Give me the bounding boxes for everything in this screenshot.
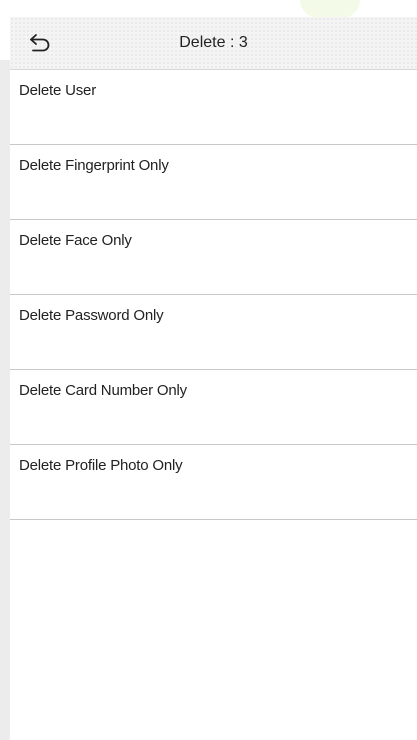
menu-item-label: Delete Card Number Only: [19, 382, 187, 399]
left-edge-decoration: [0, 60, 10, 740]
menu-item-delete-user[interactable]: Delete User: [10, 70, 417, 145]
menu-item-delete-face[interactable]: Delete Face Only: [10, 220, 417, 295]
menu-item-label: Delete Fingerprint Only: [19, 157, 169, 174]
page-title: Delete : 3: [179, 34, 248, 51]
header-bar: Delete : 3: [10, 17, 417, 70]
menu-item-delete-password[interactable]: Delete Password Only: [10, 295, 417, 370]
menu-item-label: Delete User: [19, 82, 96, 99]
delete-options-list: Delete User Delete Fingerprint Only Dele…: [10, 70, 417, 520]
delete-screen: Delete : 3 Delete User Delete Fingerprin…: [0, 0, 417, 740]
top-decoration: [300, 0, 360, 18]
menu-item-delete-card-number[interactable]: Delete Card Number Only: [10, 370, 417, 445]
menu-item-delete-profile-photo[interactable]: Delete Profile Photo Only: [10, 445, 417, 520]
menu-item-label: Delete Face Only: [19, 232, 132, 249]
menu-item-label: Delete Password Only: [19, 307, 164, 324]
menu-item-label: Delete Profile Photo Only: [19, 457, 183, 474]
menu-item-delete-fingerprint[interactable]: Delete Fingerprint Only: [10, 145, 417, 220]
